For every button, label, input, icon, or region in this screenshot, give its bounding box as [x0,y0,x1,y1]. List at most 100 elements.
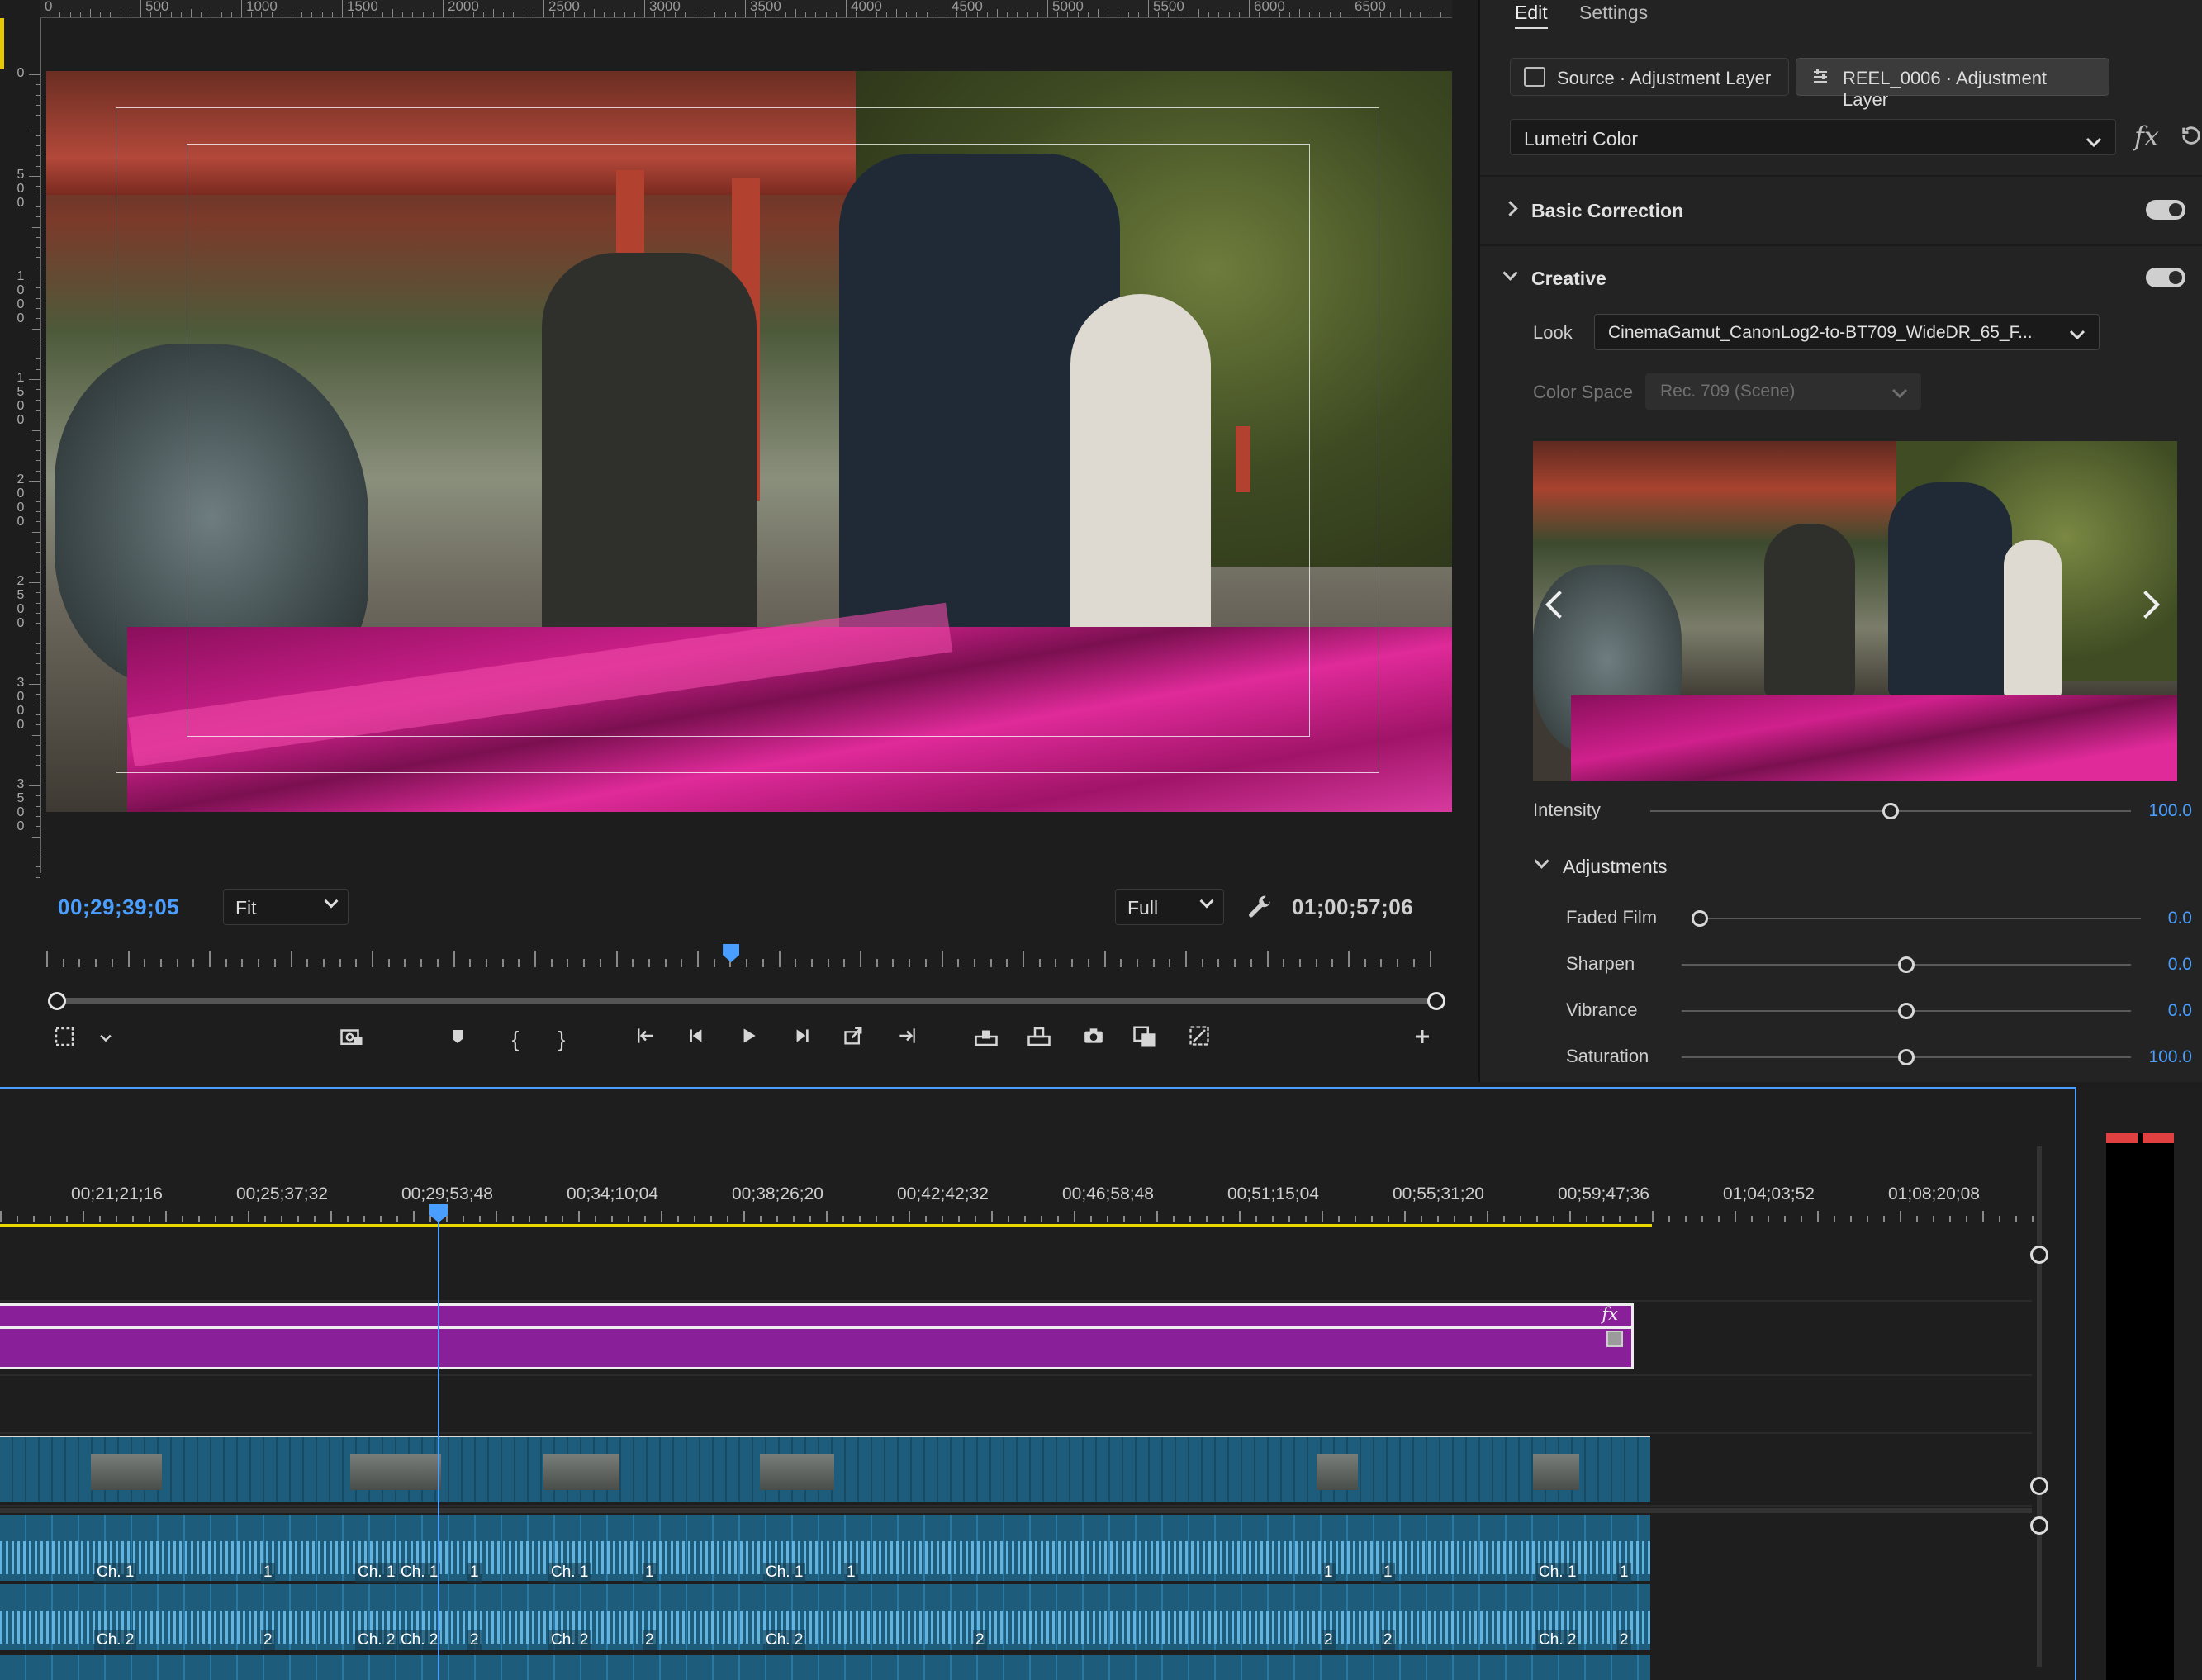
audio-track-3-clips[interactable] [0,1655,1650,1680]
adjustment-slider[interactable] [1692,910,2141,927]
effect-select[interactable]: Lumetri Color [1510,119,2116,155]
add-marker-icon[interactable] [443,1024,472,1054]
section-title: Basic Correction [1531,200,1684,221]
section-basic-correction[interactable]: Basic Correction [1502,200,1683,222]
camera-icon[interactable] [1079,1024,1108,1054]
play-icon[interactable] [733,1024,763,1054]
mark-in-icon[interactable]: { [501,1024,530,1054]
look-preview-thumbnail[interactable] [1533,441,2177,781]
video-track-clips[interactable] [0,1436,1650,1502]
adjustment-slider[interactable] [1682,956,2131,973]
ruler-label: 1 5 0 0 [17,371,25,427]
intensity-label: Intensity [1533,800,1601,820]
adjustment-value[interactable]: 0.0 [2126,909,2192,928]
slider-knob[interactable] [1692,910,1708,927]
mark-out-icon[interactable]: } [547,1024,577,1054]
tab-edit[interactable]: Edit [1515,2,1548,29]
chevron-down-icon [1891,385,1908,405]
go-to-out-icon[interactable] [839,1024,869,1054]
audio-track-2-clips[interactable]: Ch. 2 Ch. 2 Ch. 2 Ch. 2 Ch. 2 Ch. 2 2 2 … [0,1584,1650,1650]
wrench-icon[interactable] [1246,894,1274,922]
adjustment-slider[interactable] [1682,1049,2131,1065]
scroll-end-handle[interactable] [1427,992,1445,1010]
audio-waveform [0,1541,1650,1574]
chevron-right-icon [1502,201,1518,216]
channel-label: Ch. 2 [1536,1630,1579,1650]
proxy-toggle-icon[interactable] [1184,1024,1214,1054]
channel-label: Ch. 1 [94,1563,137,1583]
audio-track-1-clips[interactable]: Ch. 1 Ch. 1 Ch. 1 Ch. 1 Ch. 1 Ch. 1 1 1 … [0,1515,1650,1583]
effect-select-value: Lumetri Color [1524,128,1639,149]
zoom-scroll-bar[interactable] [48,992,1445,1010]
color-space-label: Color Space [1533,382,1634,402]
slider-knob[interactable] [1882,803,1899,819]
section-adjustments[interactable]: Adjustments [1533,853,1668,878]
target-clip-selector[interactable]: REEL_0006 · Adjustment Layer [1796,58,2109,110]
comparison-view-icon[interactable] [1130,1024,1160,1054]
tab-settings[interactable]: Settings [1579,2,1648,24]
adjustment-label: Vibrance [1566,999,1638,1020]
intensity-value[interactable]: 100.0 [2126,801,2192,821]
slider-knob[interactable] [1898,1003,1915,1019]
scroll-handle-bottom[interactable] [2030,1477,2048,1495]
safe-margins-icon[interactable] [50,1024,79,1054]
basic-correction-toggle[interactable] [2146,200,2185,220]
reset-icon[interactable] [2179,124,2202,147]
adjustment-label: Sharpen [1566,953,1635,974]
playback-resolution-select[interactable]: Full [1115,889,1224,925]
look-select[interactable]: CinemaGamut_CanonLog2-to-BT709_WideDR_65… [1594,314,2100,350]
step-forward-icon[interactable] [786,1024,816,1054]
adjustment-value[interactable]: 0.0 [2126,955,2192,975]
peak-indicator-right[interactable] [2143,1133,2174,1143]
zoom-level-select[interactable]: Fit [223,889,349,925]
fx-icon[interactable]: fx [2134,121,2159,152]
section-creative[interactable]: Creative [1502,265,1606,290]
work-area-bar[interactable] [0,1224,1652,1227]
playhead-timecode[interactable]: 00;29;39;05 [58,895,179,920]
channel-label: Ch. 1 [355,1563,398,1583]
adjustment-value[interactable]: 0.0 [2126,1001,2192,1021]
ruler-horizontal: 0 500 1000 1500 2000 2500 3000 3500 4000 4500 5000… [40,0,1452,18]
slider-knob[interactable] [1898,956,1915,973]
channel-label: Ch. 2 [548,1630,591,1650]
source-clip-label: Source · Adjustment Layer [1557,68,1772,88]
creative-toggle[interactable] [2146,268,2185,287]
scroll-handle-top[interactable] [2030,1246,2048,1264]
timeline-time-ruler[interactable] [0,1211,2034,1222]
adjustment-value[interactable]: 100.0 [2126,1047,2192,1067]
thumb-person [1888,482,2012,697]
go-to-out-point-icon[interactable] [892,1024,922,1054]
channel-marker: 2 [261,1630,275,1650]
slider-knob[interactable] [1898,1049,1915,1065]
ruler-label: 2 5 0 0 [17,574,25,630]
export-frame-settings-icon[interactable] [337,1024,367,1054]
timecode-label: 00;38;26;20 [732,1184,823,1203]
extract-icon[interactable] [1024,1024,1054,1054]
channel-marker: 2 [973,1630,987,1650]
chevron-down-icon [1199,894,1214,909]
chevron-down-icon[interactable] [91,1024,121,1054]
scroll-start-handle[interactable] [48,992,66,1010]
thumb-overlay-magenta [1571,695,2177,781]
timecode-label: 00;25;37;32 [236,1184,328,1203]
vertical-scrollbar[interactable] [2037,1146,2042,1667]
step-back-icon[interactable] [682,1024,712,1054]
go-to-in-icon[interactable] [631,1024,661,1054]
clip-thumbnail-icon [1606,1331,1623,1347]
clip-thumbnail [760,1454,834,1490]
look-label: Look [1533,322,1573,343]
section-title: Adjustments [1563,856,1668,877]
source-clip-selector[interactable]: Source · Adjustment Layer [1510,58,1789,96]
lift-icon[interactable] [971,1024,1001,1054]
adjustment-slider[interactable] [1682,1003,2131,1019]
monitor-time-ruler[interactable] [46,946,1442,967]
scroll-handle-audio[interactable] [2030,1516,2048,1535]
add-button-icon[interactable] [1407,1024,1437,1054]
clip-thumbnail [350,1454,441,1490]
chevron-down-icon [2064,326,2086,346]
timecode-label: 00;29;53;48 [401,1184,493,1203]
peak-indicator-left[interactable] [2106,1133,2138,1143]
intensity-slider[interactable] [1650,803,2131,819]
adjustment-layer-clip[interactable]: fx [0,1303,1634,1369]
program-video-frame[interactable] [46,71,1452,812]
